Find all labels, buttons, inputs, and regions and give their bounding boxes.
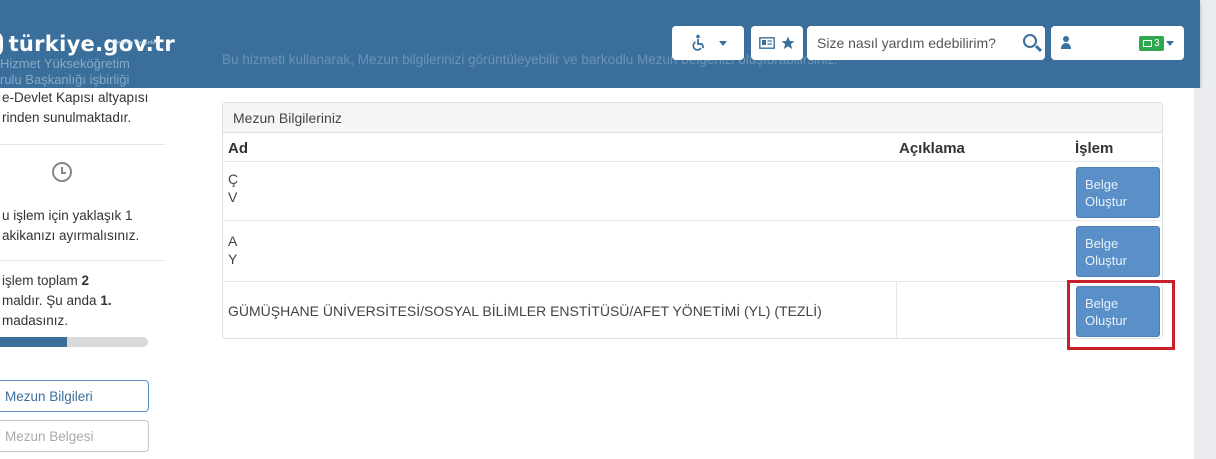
favorites-card-button[interactable] (751, 26, 803, 60)
row-1-belge-olustur-button[interactable]: Belge Oluştur (1076, 167, 1160, 218)
column-header-ad: Ad (228, 140, 248, 157)
logo-subtitle: Devletin Kısayolu (112, 40, 156, 46)
row-2-name-line-1: A (228, 233, 238, 249)
mail-count: 3 (1154, 38, 1160, 49)
sidebar-info-line-1: Hizmet Yükseköğretim (0, 56, 130, 71)
search-box[interactable] (807, 26, 1045, 60)
row-2-belge-olustur-button[interactable]: Belge Oluştur (1076, 226, 1160, 277)
sidebar-info-line-4: rinden sunulmaktadır. (2, 110, 132, 125)
step-progress-fill (0, 337, 67, 347)
chevron-down-icon (719, 40, 727, 46)
row-divider (223, 161, 1162, 162)
row-3-name: GÜMÜŞHANE ÜNİVERSİTESİ/SOSYAL BİLİMLER E… (228, 303, 822, 319)
user-icon (1061, 36, 1071, 49)
time-info-line-1: u işlem için yaklaşık 1 (2, 208, 133, 223)
column-header-aciklama: Açıklama (899, 140, 965, 157)
highlight-annotation-box (1067, 280, 1175, 350)
clock-icon (52, 162, 72, 182)
sidebar-divider (0, 260, 165, 261)
panel-heading: Mezun Bilgileriniz (223, 103, 1162, 133)
main-content: Mezun Bilgileriniz Ad Açıklama İşlem Ç V… (190, 88, 1194, 459)
sidebar-divider (0, 144, 165, 145)
chevron-down-icon (1166, 41, 1174, 46)
steps-info-line-2: maldır. Şu anda 1. (2, 293, 112, 308)
user-menu-button[interactable]: 3 (1051, 26, 1184, 60)
accessibility-button[interactable] (672, 26, 744, 60)
steps-current: 1. (100, 293, 112, 308)
column-divider (896, 281, 897, 338)
time-info-line-2: akikanızı ayırmalısınız. (2, 228, 140, 243)
top-header: türkiye.gov.tr Devletin Kısayolu Hizmet … (0, 0, 1200, 88)
row-1-name-line-2: V (228, 189, 238, 205)
column-header-islem: İşlem (1075, 140, 1114, 157)
step-progress-bar (0, 337, 148, 347)
mail-icon (1143, 40, 1152, 47)
graduate-info-panel: Mezun Bilgileriniz Ad Açıklama İşlem Ç V… (222, 102, 1163, 339)
row-2-name-line-2: Y (228, 251, 238, 267)
logo-mark-icon (0, 31, 3, 57)
search-input[interactable] (817, 35, 1017, 51)
row-1-name-line-1: Ç (228, 171, 239, 187)
star-icon (781, 36, 795, 49)
sidebar: e-Devlet Kapısı altyapısı rinden sunulma… (0, 88, 190, 459)
steps-info-line-1: işlem toplam 2 (2, 273, 90, 288)
steps-total: 2 (81, 273, 90, 288)
step-mezun-bilgileri-button[interactable]: Mezun Bilgileri (0, 380, 149, 412)
service-intro-text: Bu hizmeti kullanarak, Mezun bilgilerini… (222, 52, 839, 67)
sidebar-info-line-2: rulu Başkanlığı işbirliği (0, 72, 130, 87)
row-divider (223, 220, 1162, 221)
search-icon[interactable] (1023, 34, 1037, 48)
step-mezun-belgesi-button[interactable]: Mezun Belgesi (0, 420, 149, 452)
wheelchair-icon (692, 34, 705, 51)
id-card-icon (759, 37, 775, 49)
steps-info-line-3: madasınız. (2, 313, 69, 328)
row-divider (223, 281, 1162, 282)
sidebar-info-line-3: e-Devlet Kapısı altyapısı (2, 90, 149, 105)
messages-badge[interactable]: 3 (1139, 36, 1164, 51)
page-scrollbar[interactable] (1194, 88, 1216, 459)
